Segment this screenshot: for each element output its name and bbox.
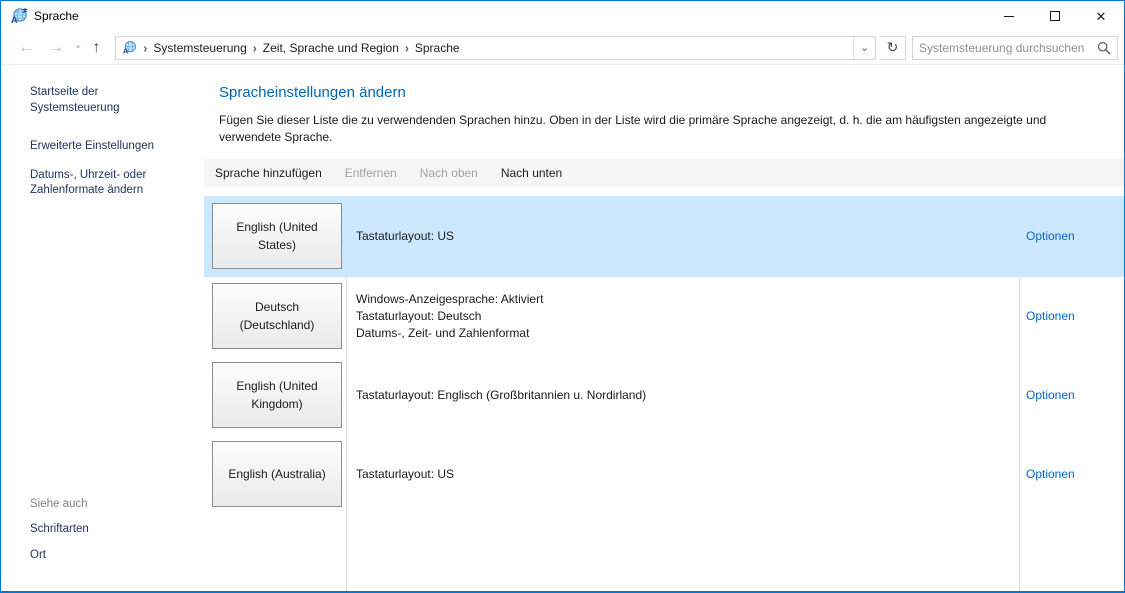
remove-button: Entfernen <box>344 164 398 182</box>
options-cell: Optionen <box>1019 388 1124 402</box>
main-content: Spracheinstellungen ändern Fügen Sie die… <box>204 65 1124 591</box>
language-tile-deutsch[interactable]: Deutsch (Deutschland) <box>212 283 342 349</box>
address-bar[interactable]: A › Systemsteuerung › Zeit, Sprache und … <box>115 36 876 60</box>
refresh-button[interactable]: ↻ <box>880 36 906 60</box>
options-cell: Optionen <box>1019 229 1124 243</box>
forward-button[interactable]: → <box>41 40 71 56</box>
history-dropdown-icon[interactable]: ⌄ <box>71 40 85 51</box>
maximize-icon <box>1050 11 1060 21</box>
page-title: Spracheinstellungen ändern <box>219 84 1124 101</box>
add-language-button[interactable]: Sprache hinzufügen <box>214 164 323 182</box>
navigation-bar: ← → ⌄ ↑ A › Systemsteuerung › Zeit, Spra… <box>1 31 1124 65</box>
search-box <box>912 36 1118 60</box>
sidebar-item-erweiterte-einstellungen[interactable]: Erweiterte Einstellungen <box>30 139 190 155</box>
breadcrumb-chevron-icon: › <box>141 40 149 55</box>
address-dropdown-icon[interactable]: ⌄ <box>853 37 875 59</box>
language-details: Tastaturlayout: US <box>342 228 1019 245</box>
sidebar: Startseite der Systemsteuerung Erweitert… <box>1 65 204 591</box>
detail-line: Tastaturlayout: US <box>356 466 1019 483</box>
language-details: Windows-Anzeigesprache: Aktiviert Tastat… <box>342 291 1019 342</box>
see-also-section: Siehe auch Schriftarten Ort <box>30 498 196 575</box>
see-also-header: Siehe auch <box>30 498 196 510</box>
language-app-icon: A <box>10 7 28 25</box>
move-down-button[interactable]: Nach unten <box>500 164 563 182</box>
svg-text:A: A <box>11 15 18 25</box>
detail-line: Datums-, Zeit- und Zahlenformat <box>356 325 1019 342</box>
titlebar: A Sprache ✕ <box>1 1 1124 31</box>
back-button[interactable]: ← <box>11 40 41 56</box>
move-up-button: Nach oben <box>419 164 479 182</box>
breadcrumb-chevron-icon: › <box>251 40 259 55</box>
language-row-english-uk[interactable]: English (United Kingdom) Tastaturlayout:… <box>204 356 1124 435</box>
sidebar-item-schriftarten[interactable]: Schriftarten <box>30 522 190 538</box>
options-link-english-uk[interactable]: Optionen <box>1026 388 1075 402</box>
breadcrumb-item-sprache[interactable]: Sprache <box>411 41 464 55</box>
language-row-deutsch[interactable]: Deutsch (Deutschland) Windows-Anzeigespr… <box>204 277 1124 356</box>
breadcrumb-item-zeit-sprache-region[interactable]: Zeit, Sprache und Region <box>259 41 403 55</box>
detail-line: Tastaturlayout: Englisch (Großbritannien… <box>356 387 1019 404</box>
language-details: Tastaturlayout: Englisch (Großbritannien… <box>342 387 1019 404</box>
control-panel-window: A Sprache ✕ ← → ⌄ ↑ <box>0 0 1125 593</box>
language-row-english-au[interactable]: English (Australia) Tastaturlayout: US O… <box>204 435 1124 514</box>
address-location-icon: A <box>122 40 137 55</box>
options-link-deutsch[interactable]: Optionen <box>1026 309 1075 323</box>
minimize-icon <box>1004 16 1014 17</box>
window-body: Startseite der Systemsteuerung Erweitert… <box>1 65 1124 591</box>
breadcrumb-item-systemsteuerung[interactable]: Systemsteuerung <box>149 41 250 55</box>
language-tile-english-uk[interactable]: English (United Kingdom) <box>212 362 342 428</box>
detail-line: Windows-Anzeigesprache: Aktiviert <box>356 291 1019 308</box>
close-icon: ✕ <box>1096 10 1107 23</box>
window-title: Sprache <box>34 9 986 23</box>
close-button[interactable]: ✕ <box>1078 1 1124 31</box>
detail-line: Tastaturlayout: US <box>356 228 1019 245</box>
language-list: English (United States) Tastaturlayout: … <box>204 196 1124 591</box>
options-cell: Optionen <box>1019 467 1124 481</box>
language-tile-english-au[interactable]: English (Australia) <box>212 441 342 507</box>
options-link-english-us[interactable]: Optionen <box>1026 229 1075 243</box>
search-icon[interactable] <box>1097 41 1111 55</box>
up-button[interactable]: ↑ <box>85 40 107 56</box>
language-row-english-us[interactable]: English (United States) Tastaturlayout: … <box>204 196 1124 277</box>
language-details: Tastaturlayout: US <box>342 466 1019 483</box>
sidebar-item-datumsformate[interactable]: Datums-, Uhrzeit- oder Zahlenformate änd… <box>30 168 170 199</box>
search-input[interactable] <box>919 41 1097 55</box>
options-link-english-au[interactable]: Optionen <box>1026 467 1075 481</box>
options-cell: Optionen <box>1019 309 1124 323</box>
svg-text:A: A <box>123 46 129 55</box>
window-controls: ✕ <box>986 1 1124 31</box>
minimize-button[interactable] <box>986 1 1032 31</box>
breadcrumb-chevron-icon: › <box>403 40 411 55</box>
language-tile-english-us[interactable]: English (United States) <box>212 203 342 269</box>
page-description: Fügen Sie dieser Liste die zu verwendend… <box>219 112 1106 146</box>
language-toolbar: Sprache hinzufügen Entfernen Nach oben N… <box>204 159 1124 187</box>
sidebar-item-ort[interactable]: Ort <box>30 548 190 564</box>
maximize-button[interactable] <box>1032 1 1078 31</box>
detail-line: Tastaturlayout: Deutsch <box>356 308 1019 325</box>
sidebar-item-startseite[interactable]: Startseite der Systemsteuerung <box>30 85 190 116</box>
